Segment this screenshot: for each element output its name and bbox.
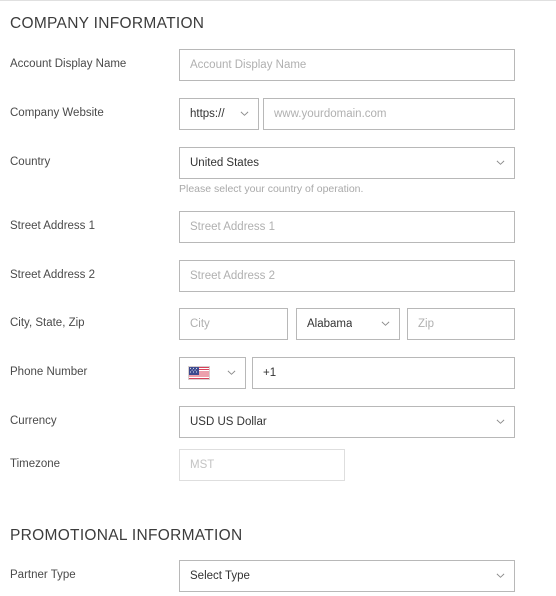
phone-number-input[interactable] [252, 357, 515, 389]
street-address-2-input[interactable] [179, 260, 515, 292]
street-address-1-input[interactable] [179, 211, 515, 243]
label-phone-number: Phone Number [10, 366, 88, 379]
currency-select[interactable]: USD US Dollar [179, 406, 515, 438]
state-select[interactable]: Alabama [296, 308, 400, 340]
city-input[interactable] [179, 308, 288, 340]
label-company-website: Company Website [10, 107, 104, 120]
chevron-down-icon [496, 417, 505, 426]
label-currency: Currency [10, 415, 57, 428]
row-timezone: Timezone [0, 449, 556, 481]
country-helper-text: Please select your country of operation. [179, 183, 364, 195]
phone-country-select[interactable] [179, 357, 246, 389]
chevron-down-icon [240, 109, 249, 118]
chevron-down-icon [381, 319, 390, 328]
company-information-form: COMPANY INFORMATION Account Display Name… [0, 0, 556, 596]
row-company-website: Company Website https:// [0, 98, 556, 130]
country-selected-value: United States [190, 157, 260, 169]
label-timezone: Timezone [10, 458, 61, 471]
zip-input[interactable] [407, 308, 515, 340]
label-street-address-2: Street Address 2 [10, 269, 96, 282]
company-website-protocol-select[interactable]: https:// [179, 98, 259, 130]
row-currency: Currency USD US Dollar [0, 406, 556, 438]
us-flag-icon [188, 366, 210, 380]
timezone-input[interactable] [179, 449, 345, 481]
row-country: Country United States [0, 147, 556, 179]
chevron-down-icon [227, 368, 236, 377]
row-street-address-1: Street Address 1 [0, 211, 556, 243]
row-partner-type: Partner Type Select Type [0, 560, 556, 592]
company-website-protocol-value: https:// [190, 108, 225, 120]
chevron-down-icon [496, 571, 505, 580]
row-phone-number: Phone Number [0, 357, 556, 389]
state-selected-value: Alabama [307, 318, 353, 330]
partner-type-select[interactable]: Select Type [179, 560, 515, 592]
country-select[interactable]: United States [179, 147, 515, 179]
section-title-promotional-information: PROMOTIONAL INFORMATION [10, 527, 243, 544]
chevron-down-icon [496, 158, 505, 167]
row-account-display-name: Account Display Name [0, 49, 556, 81]
label-country: Country [10, 156, 51, 169]
currency-selected-value: USD US Dollar [190, 416, 267, 428]
partner-type-selected-value: Select Type [190, 570, 250, 582]
section-title-company-information: COMPANY INFORMATION [10, 15, 205, 32]
account-display-name-input[interactable] [179, 49, 515, 81]
row-street-address-2: Street Address 2 [0, 260, 556, 292]
company-website-url-input[interactable] [263, 98, 515, 130]
row-city-state-zip: City, State, Zip Alabama [0, 308, 556, 340]
label-street-address-1: Street Address 1 [10, 220, 96, 233]
label-account-display-name: Account Display Name [10, 58, 127, 71]
label-partner-type: Partner Type [10, 569, 76, 582]
label-city-state-zip: City, State, Zip [10, 317, 85, 330]
